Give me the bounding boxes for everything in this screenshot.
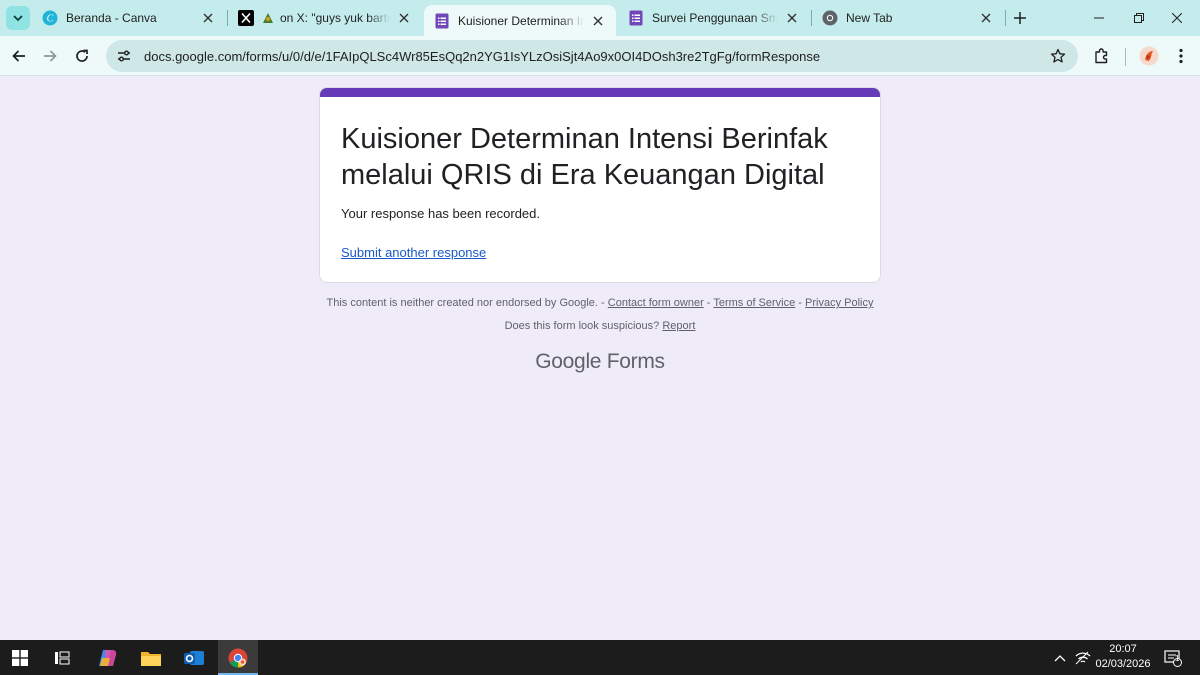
clock-time: 20:07 [1109,643,1137,655]
tab-title: Survei Penggunaan Smartphone [652,11,778,25]
chrome-icon [228,648,248,667]
network-button[interactable] [1072,640,1094,675]
site-info-icon[interactable] [112,44,136,68]
bookmark-star-icon[interactable] [1048,46,1068,66]
system-clock[interactable]: 20:07 02/03/2026 [1094,642,1152,672]
task-view-button[interactable] [42,640,82,675]
form-disclaimer: This content is neither created nor endo… [0,297,1200,309]
copilot-icon [99,649,117,666]
confirmation-message: Your response has been recorded. [341,206,540,221]
chevron-down-icon [13,15,23,22]
tab-search-button[interactable] [6,6,30,30]
show-hidden-icons-button[interactable] [1050,640,1070,675]
chevron-up-icon [1054,654,1066,661]
close-window-button[interactable] [1154,0,1200,36]
footer-separator: - [795,297,806,309]
windows-logo-icon [12,649,28,666]
extensions-button[interactable] [1090,44,1114,68]
google-forms-logo[interactable]: Google Forms [0,350,1200,374]
outlook-button[interactable] [174,640,214,675]
browser-toolbar: docs.google.com/forms/u/0/d/e/1FAIpQLSc4… [0,36,1200,76]
contact-form-owner-link[interactable]: Contact form owner [608,297,704,309]
address-bar[interactable]: docs.google.com/forms/u/0/d/e/1FAIpQLSc4… [106,40,1078,72]
tab-strip: C Beranda - Canva on X: "guys yuk barter… [0,0,1200,36]
terms-of-service-link[interactable]: Terms of Service [713,297,795,309]
start-button[interactable] [0,640,40,675]
close-icon[interactable] [394,8,414,28]
arrow-right-icon [44,50,57,62]
suspicious-form-notice: Does this form look suspicious? Report [0,320,1200,332]
profile-avatar[interactable] [1137,44,1161,68]
folder-icon [141,651,161,666]
wifi-icon [1075,651,1091,664]
task-view-icon [55,651,70,664]
form-accent-bar [320,88,880,97]
puzzle-icon [1095,48,1108,64]
chrome-taskbar-button[interactable] [218,640,258,675]
toolbar-divider [1125,48,1126,66]
minimize-icon [1094,17,1104,19]
report-link[interactable]: Report [662,320,695,332]
tab-survei[interactable]: Survei Penggunaan Smartphone [618,0,810,36]
chrome-icon [822,10,838,26]
tab-new-tab[interactable]: New Tab [812,0,1004,36]
page-content: Kuisioner Determinan Intensi Berinfak me… [0,77,1200,640]
more-vertical-icon [1179,48,1183,64]
suspicious-text: Does this form look suspicious? [504,320,660,332]
url-text: docs.google.com/forms/u/0/d/e/1FAIpQLSc4… [144,48,821,64]
close-icon[interactable] [782,8,802,28]
avatar-icon [1139,46,1159,66]
tab-x-post[interactable]: on X: "guys yuk barter kuesioner [228,0,422,36]
google-forms-icon [628,10,644,26]
arrow-left-icon [12,50,25,62]
canva-icon: C [42,10,58,26]
x-icon [238,10,254,26]
tab-title: Beranda - Canva [66,11,157,25]
google-wordmark: Google [535,350,602,373]
emoji-icon [260,10,276,26]
forms-wordmark: Forms [606,350,665,373]
file-explorer-button[interactable] [131,640,171,675]
close-icon[interactable] [198,8,218,28]
back-button[interactable] [5,42,33,70]
google-forms-icon [434,13,450,29]
clock-date: 02/03/2026 [1095,658,1151,670]
notification-center-button[interactable]: 1 [1160,640,1186,675]
close-icon [1172,13,1182,23]
close-icon[interactable] [588,11,608,31]
disclaimer-text: This content is neither created nor endo… [326,297,598,309]
form-title: Kuisioner Determinan Intensi Berinfak me… [341,123,828,191]
footer-separator: - [597,297,608,309]
tab-title: on X: "guys yuk barter kuesioner [280,11,390,25]
tab-canva[interactable]: C Beranda - Canva [32,0,226,36]
chrome-menu-button[interactable] [1169,44,1193,68]
tab-title: Kuisioner Determinan Intensi Berinfak [458,13,584,28]
reload-button[interactable] [68,42,96,70]
copilot-button[interactable] [88,640,128,675]
notification-count: 1 [1175,654,1180,663]
privacy-policy-link[interactable]: Privacy Policy [805,297,873,309]
restore-icon [1134,13,1144,23]
new-tab-button[interactable] [1008,6,1032,30]
outlook-icon [184,650,204,665]
windows-taskbar: 20:07 02/03/2026 1 [0,640,1200,675]
form-confirmation-card: Kuisioner Determinan Intensi Berinfak me… [319,87,881,283]
close-icon[interactable] [976,8,996,28]
tab-kuisioner[interactable]: Kuisioner Determinan Intensi Berinfak [424,5,616,36]
footer-separator: - [703,297,714,309]
tab-title: New Tab [846,11,893,25]
plus-icon [1014,12,1026,24]
reload-icon [76,49,88,62]
forward-button[interactable] [36,42,64,70]
tab-separator [1005,10,1006,26]
submit-another-response-link[interactable]: Submit another response [341,245,486,260]
svg-text:C: C [47,14,54,25]
